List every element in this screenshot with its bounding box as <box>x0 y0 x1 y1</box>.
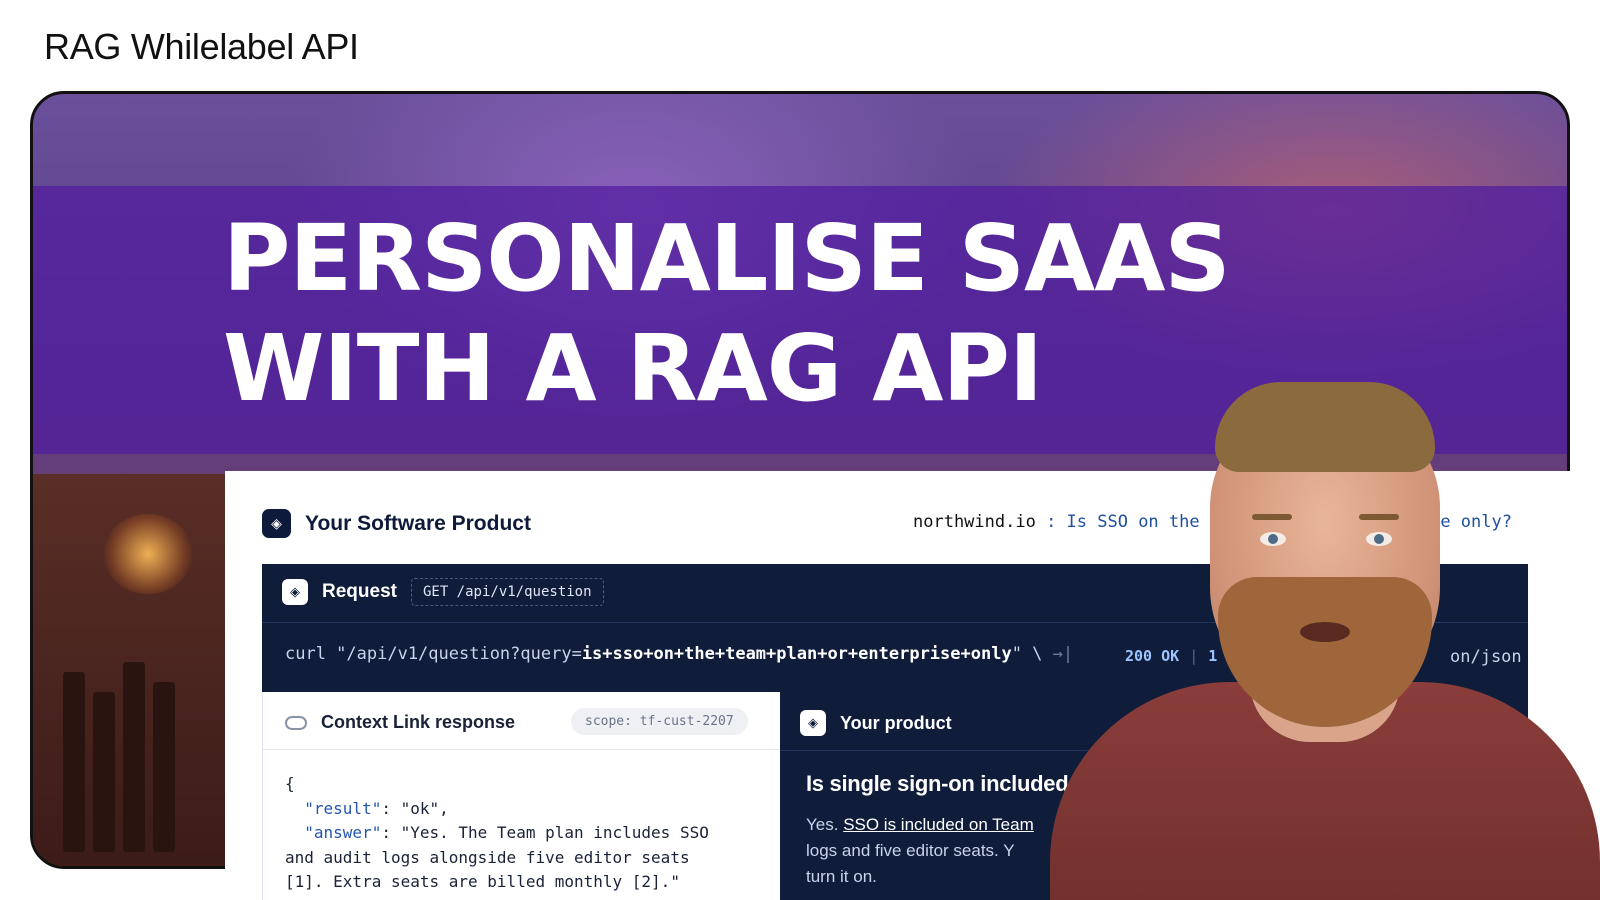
card-title: Your Software Product <box>305 511 531 535</box>
context-divider <box>263 749 779 750</box>
json-answer-line-3: [1]. Extra seats are billed monthly [2].… <box>285 872 680 891</box>
product-title: Your product <box>840 712 952 733</box>
json-open-brace: { <box>285 774 295 793</box>
layers-icon: ◈ <box>282 579 308 605</box>
product-header: ◈ Your product <box>800 710 952 736</box>
card-header: ◈ Your Software Product <box>262 509 531 538</box>
request-label: Request <box>322 581 397 602</box>
curl-command: curl "/api/v1/question?query=is+sso+on+t… <box>285 644 1073 664</box>
presenter-mouth <box>1300 622 1350 642</box>
presenter-eye-right <box>1366 532 1392 546</box>
context-header: Context Link response <box>285 712 515 733</box>
presenter-brow-right <box>1359 514 1399 520</box>
headline-line-1: PERSONALISE SAAS <box>223 205 1231 312</box>
answer-prefix: Yes. <box>806 815 844 834</box>
scope-badge: scope: tf-cust-2207 <box>571 708 748 735</box>
layers-icon: ◈ <box>262 509 291 538</box>
page-title: RAG Whilelabel API <box>44 26 359 67</box>
json-result-value: : "ok", <box>381 798 449 818</box>
presenter-webcam <box>1050 382 1600 900</box>
product-question: Is single sign-on included <box>806 771 1069 796</box>
json-result-key: "result" <box>304 798 382 818</box>
json-answer-key: "answer" <box>304 823 382 842</box>
presenter-eye-left <box>1260 532 1286 546</box>
curl-query: is+sso+on+the+team+plan+or+enterprise+on… <box>581 644 1012 664</box>
json-response: { "result": "ok", "answer": "Yes. The Te… <box>285 772 709 895</box>
context-link-panel: Context Link response scope: tf-cust-220… <box>262 692 779 900</box>
json-answer-value: : "Yes. The Team plan includes SSO <box>381 823 709 842</box>
link-icon <box>285 715 307 730</box>
answer-link[interactable]: SSO is included on Team <box>843 815 1034 834</box>
request-header: ◈ Request GET /api/v1/question <box>282 578 604 606</box>
curl-suffix: " \ <box>1011 644 1043 664</box>
presenter-brow-left <box>1252 514 1292 520</box>
json-answer-line-2: and audit logs alongside five editor sea… <box>285 847 690 867</box>
layers-icon: ◈ <box>800 710 826 736</box>
presenter-hair <box>1215 382 1435 472</box>
curl-prefix: curl "/api/v1/question?query= <box>285 644 582 664</box>
background-lamp <box>103 514 193 594</box>
context-title: Context Link response <box>321 712 516 732</box>
request-method-badge: GET /api/v1/question <box>410 578 604 606</box>
query-host: northwind.io <box>913 512 1036 532</box>
